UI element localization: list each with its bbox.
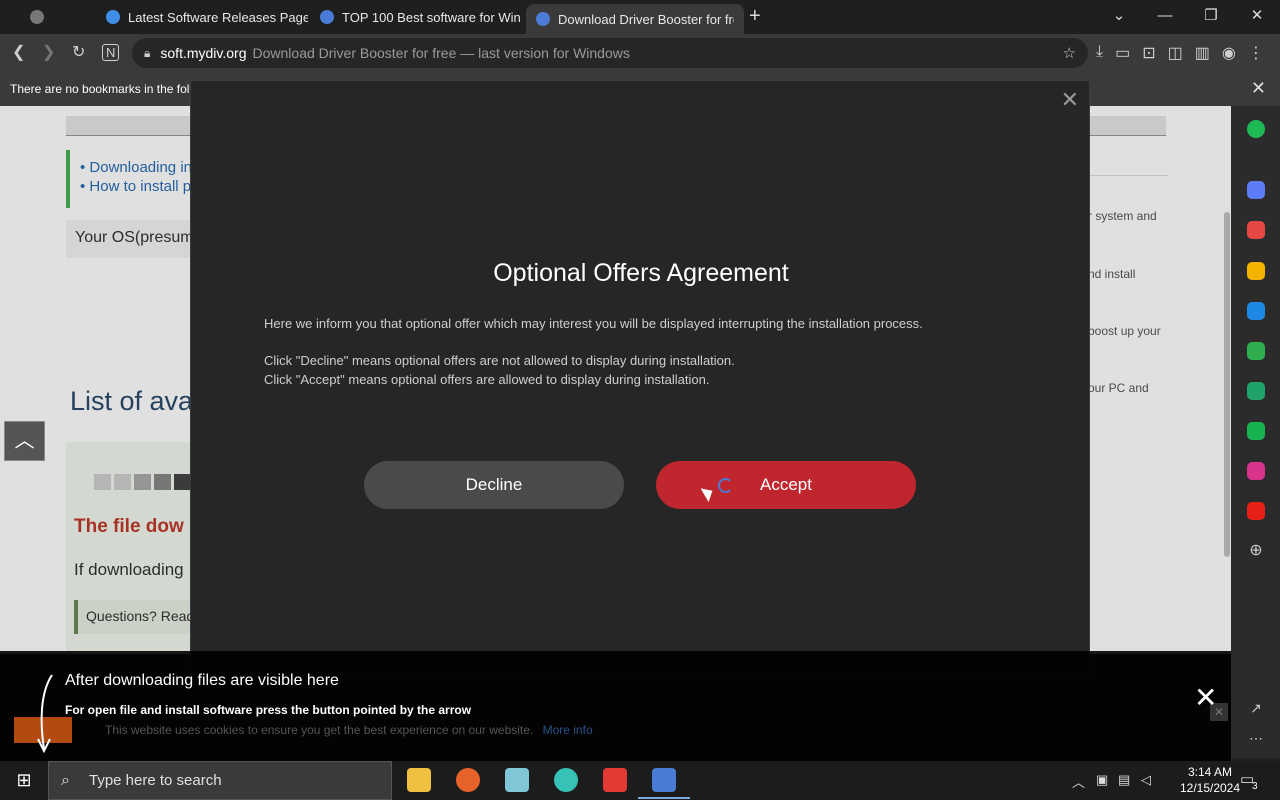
video-icon[interactable]: ▭ [1115,43,1130,63]
tab-driver-booster[interactable]: Download Driver Booster for free [526,4,744,34]
url-page-title: Download Driver Booster for free — last … [252,45,630,61]
close-window-button[interactable]: ✕ [1234,0,1280,34]
tab-bar: Latest Software Releases Page TOP 100 Be… [0,0,1280,34]
dialog-title: Optional Offers Agreement [493,259,789,287]
side-panel: ⊕ ↗ ⋯ [1231,106,1280,758]
optional-offers-dialog: ✕ Optional Offers Agreement Here we info… [190,80,1090,680]
decline-button[interactable]: Decline [364,461,624,509]
tab-top100[interactable]: TOP 100 Best software for Windows [310,4,530,30]
tab-latest-software[interactable]: Latest Software Releases Page [96,4,318,30]
menu-icon[interactable]: ⋮ [1248,43,1264,63]
back-icon[interactable]: ❮ [12,42,25,62]
globe-icon [320,10,334,24]
volume-icon[interactable]: ◁ [1141,772,1151,788]
bookmarks-message: There are no bookmarks in the fol [10,82,190,96]
split-view-icon[interactable]: ◫ [1168,43,1183,63]
accept-button[interactable]: Accept [656,461,916,509]
add-panel-icon[interactable]: ⊕ [1247,542,1265,560]
tray-app-icon[interactable]: ▣ [1096,772,1108,788]
arrow-down-icon [37,674,53,753]
hint-subtitle: For open file and install software press… [65,703,472,717]
scroll-to-top-button[interactable]: ︿ [4,421,45,461]
sidebar-icon[interactable]: ▥ [1195,43,1210,63]
screenshot-icon[interactable]: ⊡ [1142,43,1155,63]
reload-icon[interactable]: ↻ [72,42,85,62]
tab-title: TOP 100 Best software for Windows [342,9,520,25]
globe-icon [536,12,550,26]
loading-spinner-icon [718,478,733,493]
more-icon[interactable]: ⋯ [1247,730,1265,748]
news-icon[interactable]: N [102,44,120,61]
whatsapp-icon[interactable] [1247,342,1265,360]
close-icon[interactable]: ✕ [1061,87,1079,113]
chevron-up-icon[interactable]: ︿ [1072,772,1085,791]
cookie-text: This website uses cookies to ensure you … [105,723,593,737]
favorite-icon[interactable]: ☆ [1063,44,1076,62]
chat-icon[interactable] [1247,422,1265,440]
address-bar: ❮ ❯ ↻ N 🔒︎ soft.mydiv.org Download Drive… [0,34,1280,72]
external-link-icon[interactable]: ↗ [1247,700,1265,718]
pocket-icon[interactable] [1247,221,1265,239]
more-info-link[interactable]: More info [543,723,593,737]
new-tab-button[interactable]: + [749,5,761,28]
tab-title: Latest Software Releases Page [128,9,308,25]
dialog-text: Click "Accept" means optional offers are… [264,372,710,387]
spotify-icon[interactable] [1247,120,1265,138]
clock[interactable]: 3:14 AM 12/15/2024 [1174,764,1246,796]
youtube-icon[interactable] [1247,502,1265,520]
dialog-text: Click "Decline" means optional offers ar… [264,353,735,368]
forward-icon[interactable]: ❯ [42,42,55,62]
time-text: 3:14 AM [1187,765,1233,779]
notification-count: 3 [1252,781,1258,792]
favorites-icon[interactable] [1247,262,1265,280]
hint-title: After downloading files are visible here [65,672,339,689]
edge-icon[interactable] [1247,302,1265,320]
messenger-icon[interactable] [1247,181,1265,199]
site-favicon-icon [106,10,120,24]
tab-twitter-pinned[interactable] [20,4,62,30]
profile-icon[interactable]: ◉ [1222,43,1236,63]
network-icon[interactable]: ▤ [1118,772,1130,788]
taskbar: ⊞ ⌕ Type here to search ︿ ▣ ▤ ◁ 3:14 AM … [0,761,1280,800]
date-text: 12/15/2024 [1179,781,1241,795]
download-hint-overlay: This website uses cookies to ensure you … [0,651,1231,761]
tab-title: Download Driver Booster for free [558,11,734,27]
dialog-text: Here we inform you that optional offer w… [264,316,923,331]
close-panel-icon[interactable]: ✕ [1251,78,1266,99]
tab-search-chevron-icon[interactable]: ⌄ [1096,0,1142,34]
instagram-icon[interactable] [1247,462,1265,480]
url-field[interactable]: 🔒︎ soft.mydiv.org Download Driver Booste… [132,38,1088,68]
restore-button[interactable]: ❐ [1188,0,1234,34]
twitter-icon [30,10,44,24]
url-domain: soft.mydiv.org [160,45,247,61]
chart-icon[interactable] [1247,382,1265,400]
lock-icon[interactable]: 🔒︎ [144,46,150,61]
hint-close-icon[interactable]: ✕ [1194,681,1217,714]
minimize-button[interactable]: — [1142,0,1188,34]
download-icon[interactable]: ⤓ [1096,43,1103,63]
